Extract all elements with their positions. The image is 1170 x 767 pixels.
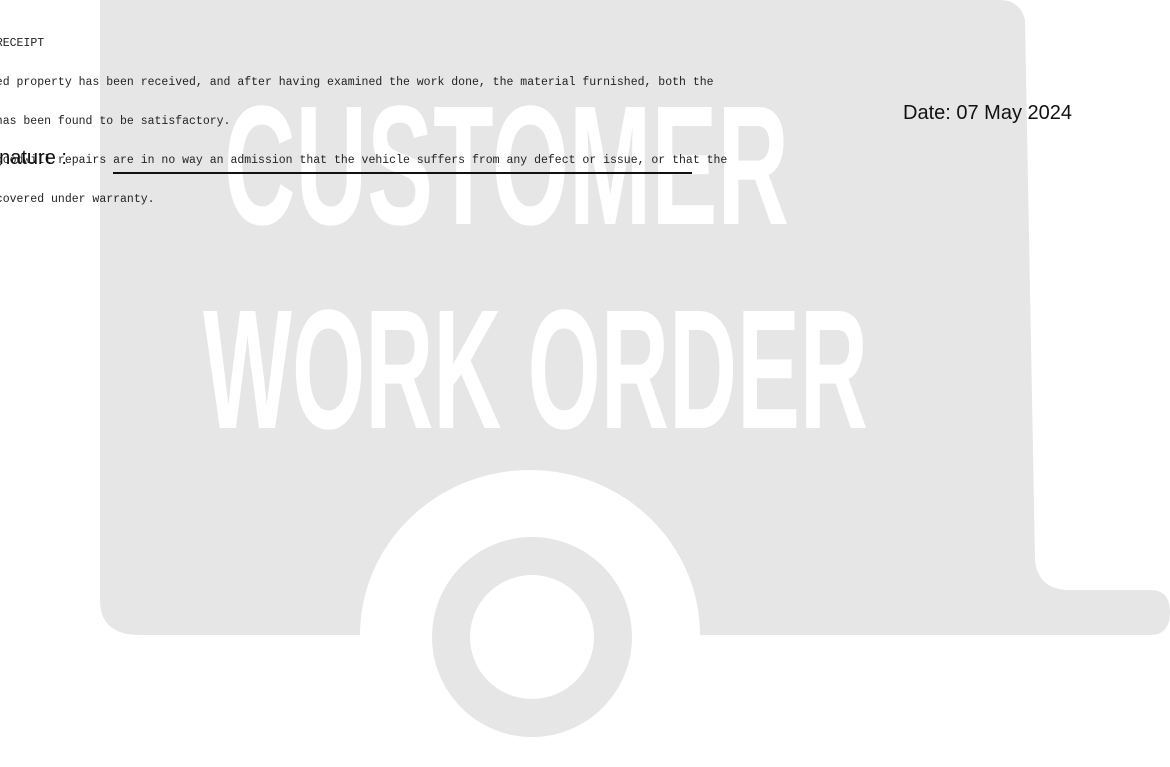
work-order-page: CUSTOMER WORK ORDER xxRECEIPT ibed prope… <box>0 0 1170 767</box>
signature-label: gnature : <box>0 147 67 169</box>
receipt-line-1: ibed property has been received, and aft… <box>0 76 714 89</box>
receipt-block: xxRECEIPT ibed property has been receive… <box>0 11 727 232</box>
receipt-line-4: e covered under warranty. <box>0 193 155 206</box>
receipt-line-3: y goodwill repairs are in no way an admi… <box>0 154 728 167</box>
signature-line <box>113 172 692 174</box>
receipt-heading: RECEIPT <box>0 37 45 50</box>
date-label: Date: 07 May 2024 <box>903 102 1072 124</box>
trailer-wheel-hub-shape <box>470 575 594 699</box>
watermark-line-2: WORK ORDER <box>203 275 868 465</box>
receipt-line-2: l has been found to be satisfactory. <box>0 115 231 128</box>
